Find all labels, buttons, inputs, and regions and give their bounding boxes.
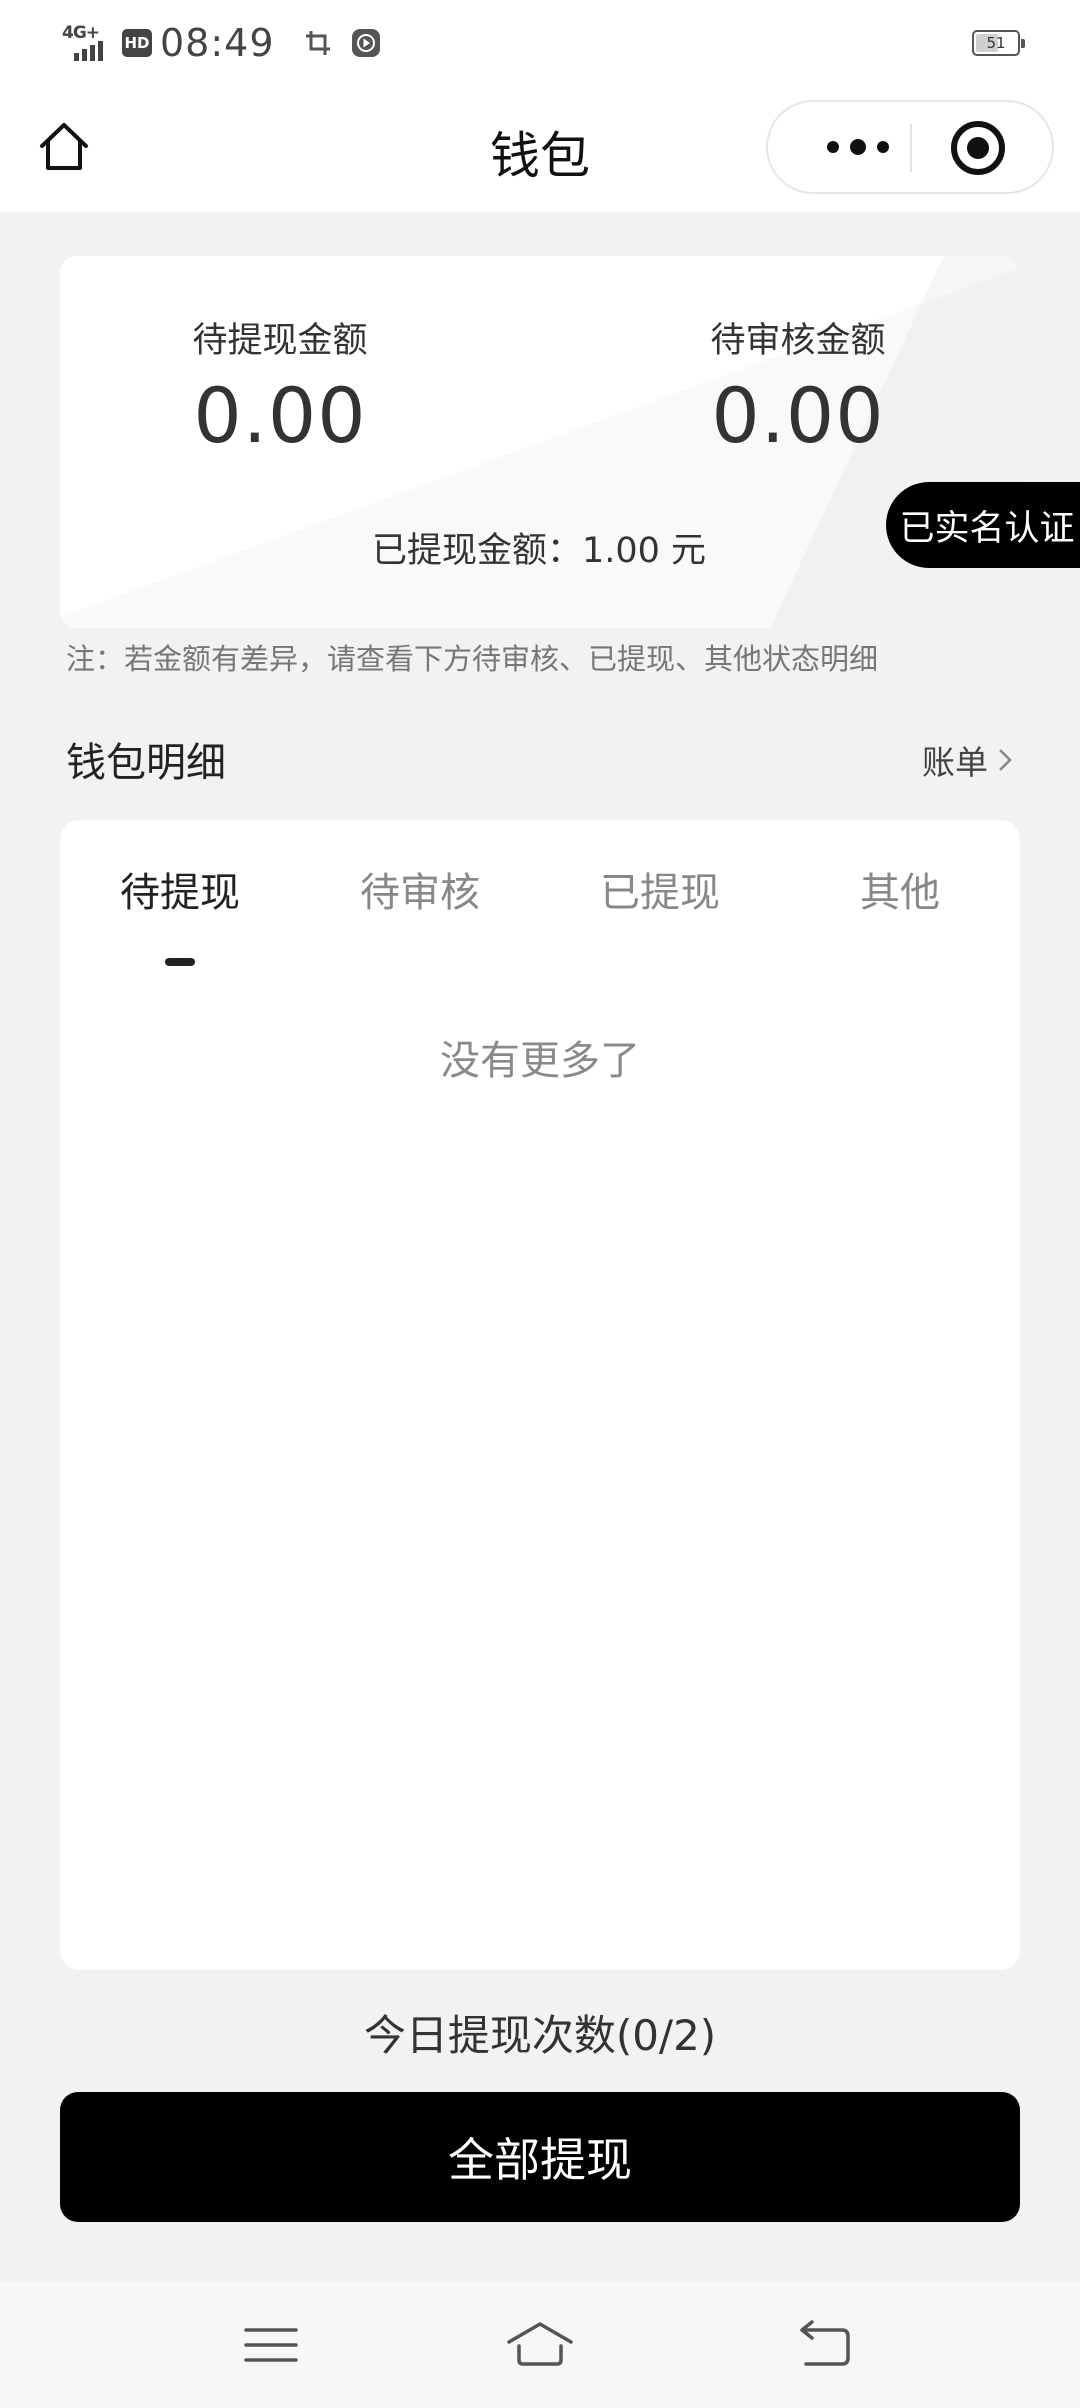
battery-icon: 51: [972, 30, 1025, 56]
nav-bar: 钱包: [0, 86, 1080, 212]
status-bar-left: 4G+ HD 08:49: [62, 18, 399, 68]
withdraw-all-button[interactable]: 全部提现: [60, 2092, 1020, 2222]
amount-note: 注：若金额有差异，请查看下方待审核、已提现、其他状态明细: [66, 642, 879, 676]
today-withdraw-count: 今日提现次数(0/2): [363, 2011, 717, 2060]
pending-review-stat: 待审核金额 0.00: [578, 312, 1018, 460]
tab-label: 其他: [860, 870, 940, 916]
tab-label: 已提现: [600, 870, 720, 916]
tab-pending-review[interactable]: 待审核: [300, 860, 540, 918]
tab-other[interactable]: 其他: [780, 860, 1020, 918]
mini-program-capsule: [766, 100, 1054, 194]
capsule-divider: [910, 124, 912, 172]
bill-link-label: 账单: [922, 743, 988, 782]
wallet-details-panel: 待提现 待审核 已提现 其他 没有更多了: [60, 820, 1020, 1970]
home-outline-icon: [507, 2322, 573, 2366]
system-home-button[interactable]: [505, 2312, 575, 2378]
details-tabs: 待提现 待审核 已提现 其他: [60, 860, 1020, 970]
more-dots-icon: [827, 139, 889, 155]
system-menu-button[interactable]: [236, 2312, 306, 2378]
tab-pending-withdraw[interactable]: 待提现: [60, 860, 300, 966]
screenshot-icon: [303, 28, 333, 58]
empty-list-text: 没有更多了: [440, 1038, 640, 1084]
wallet-summary-card: 待提现金额 0.00 待审核金额 0.00 已提现金额：1.00 元: [60, 256, 1018, 628]
tab-label: 待提现: [120, 870, 240, 916]
hd-icon: HD: [122, 29, 152, 57]
network-type: 4G+: [62, 23, 100, 43]
pending-withdraw-label: 待提现金额: [192, 321, 368, 361]
pending-review-value: 0.00: [711, 371, 885, 460]
chevron-right-icon: [999, 749, 1012, 771]
status-time: 08:49: [160, 21, 275, 65]
system-nav-bar: [0, 2282, 1080, 2408]
pending-withdraw-value: 0.00: [193, 371, 367, 460]
withdrawn-amount: 已提现金额：1.00 元: [371, 531, 707, 571]
back-arrow-icon: [800, 2320, 850, 2366]
close-mini-program-button[interactable]: [946, 116, 1010, 180]
tab-label: 待审核: [360, 870, 480, 916]
target-circle-icon: [951, 121, 1005, 175]
more-button[interactable]: [808, 102, 908, 192]
battery-level: 51: [986, 34, 1006, 52]
active-tab-indicator: [165, 958, 195, 966]
signal-icon: 4G+: [62, 23, 110, 63]
status-bar: 4G+ HD 08:49 51: [0, 0, 1080, 86]
menu-lines-icon: [244, 2328, 298, 2362]
screen-record-icon: [351, 28, 381, 58]
pending-review-label: 待审核金额: [710, 321, 886, 361]
system-back-button[interactable]: [790, 2312, 860, 2378]
tab-withdrawn[interactable]: 已提现: [540, 860, 780, 918]
verified-badge[interactable]: 已实名认证: [886, 482, 1080, 568]
wallet-details-title: 钱包明细: [66, 740, 226, 786]
pending-withdraw-stat: 待提现金额 0.00: [60, 312, 500, 460]
bill-link[interactable]: 账单: [922, 736, 1014, 784]
